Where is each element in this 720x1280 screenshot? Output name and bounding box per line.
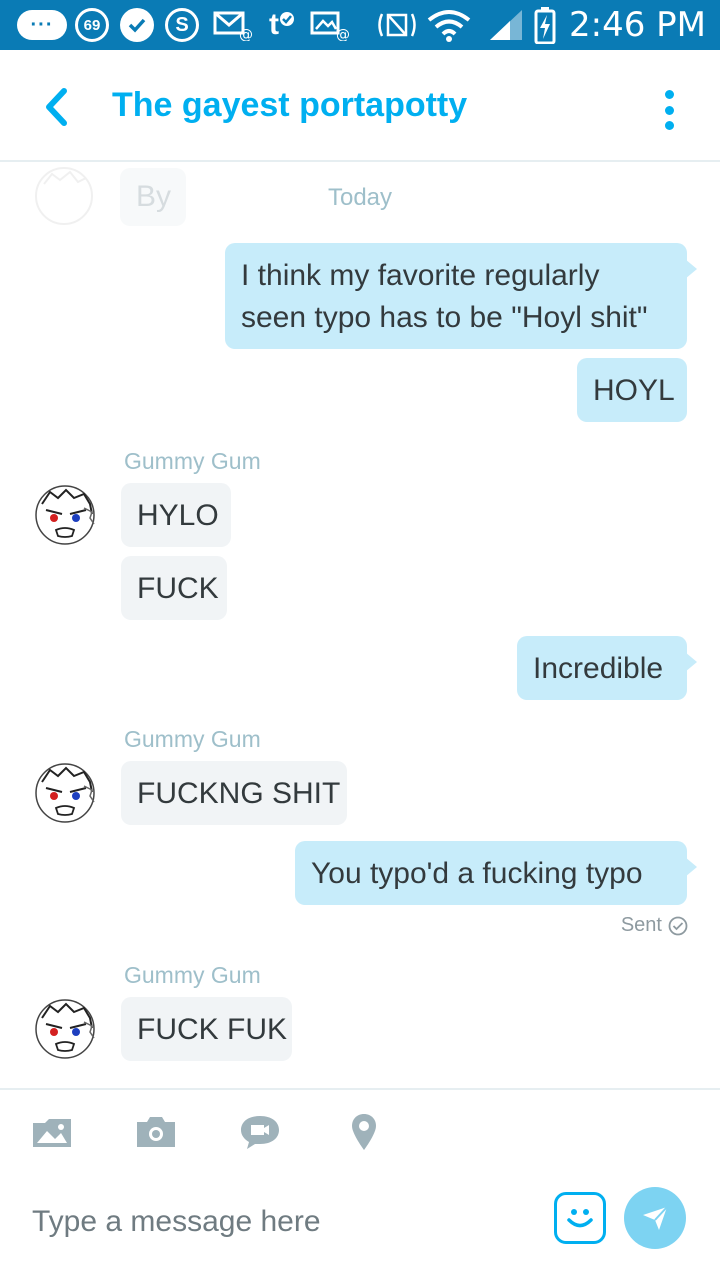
video-message-button[interactable]	[238, 1112, 282, 1152]
back-button[interactable]	[34, 82, 78, 132]
avatar-drawing	[35, 999, 95, 1059]
dot	[664, 90, 674, 99]
avatar[interactable]	[34, 484, 96, 546]
nfc-icon	[374, 0, 420, 50]
dot	[664, 105, 674, 115]
smiley-icon	[567, 1209, 593, 1228]
incoming-message[interactable]: HYLO	[121, 483, 231, 547]
video-message-icon	[241, 1116, 279, 1149]
mail-icon: @	[210, 0, 256, 50]
svg-text:@: @	[336, 27, 350, 41]
dot	[664, 121, 674, 130]
message-line: seen typo has to be "Hoyl shit"	[241, 301, 648, 334]
outgoing-message[interactable]: Incredible	[517, 636, 697, 700]
media-button[interactable]	[30, 1112, 74, 1152]
outgoing-message[interactable]: I think my favorite regularly seen typo …	[225, 243, 697, 349]
avatar-drawing	[35, 485, 95, 545]
avatar[interactable]	[34, 998, 96, 1060]
send-button[interactable]	[624, 1187, 686, 1249]
photo-mail-icon: @	[308, 0, 354, 50]
clock: 2:46 PM	[569, 5, 706, 45]
more-options-button[interactable]	[652, 86, 686, 134]
incoming-message[interactable]: FUCKNG SHIT	[121, 761, 347, 825]
camera-button[interactable]	[134, 1112, 178, 1152]
message-line: I think my favorite regularly	[241, 259, 600, 292]
outgoing-message[interactable]: You typo'd a fucking typo	[295, 841, 697, 905]
tumblr-icon: t	[262, 0, 302, 50]
skype-icon: S	[162, 0, 202, 50]
incoming-message[interactable]: FUCK	[121, 556, 227, 620]
message-list[interactable]: By Today I think my favorite regularly s…	[0, 164, 720, 1088]
media-icon	[33, 1119, 71, 1147]
sender-name: Gummy Gum	[124, 448, 261, 474]
camera-icon	[137, 1117, 175, 1147]
date-divider: Today	[327, 184, 393, 211]
check-icon	[118, 0, 156, 50]
outgoing-message[interactable]: HOYL	[577, 358, 687, 422]
notification-count-badge: 69	[72, 0, 112, 50]
sender-name: Gummy Gum	[124, 726, 261, 752]
avatar[interactable]	[34, 762, 96, 824]
sender-name: Gummy Gum	[124, 962, 261, 988]
send-icon	[643, 1206, 668, 1230]
emoticon-button[interactable]	[554, 1192, 606, 1244]
conversation-title[interactable]: The gayest portapotty	[112, 86, 467, 125]
message-input[interactable]	[32, 1202, 512, 1242]
composer	[0, 1088, 720, 1280]
conversation-header: The gayest portapotty	[0, 50, 720, 162]
status-bar: ··· 69 S @ t @ 2:46 PM	[0, 0, 720, 50]
svg-text:@: @	[239, 27, 253, 41]
more-notifications-icon: ···	[14, 0, 70, 50]
wifi-icon	[424, 0, 474, 50]
location-button[interactable]	[342, 1112, 386, 1152]
battery-charging-icon	[530, 0, 560, 50]
message-status: Sent	[621, 914, 688, 937]
avatar-drawing	[35, 763, 95, 823]
incoming-message[interactable]: FUCK FUK	[121, 997, 292, 1061]
chevron-left-icon	[46, 88, 67, 126]
signal-icon	[486, 0, 526, 50]
sent-check-icon	[668, 916, 688, 935]
location-icon	[352, 1114, 376, 1150]
